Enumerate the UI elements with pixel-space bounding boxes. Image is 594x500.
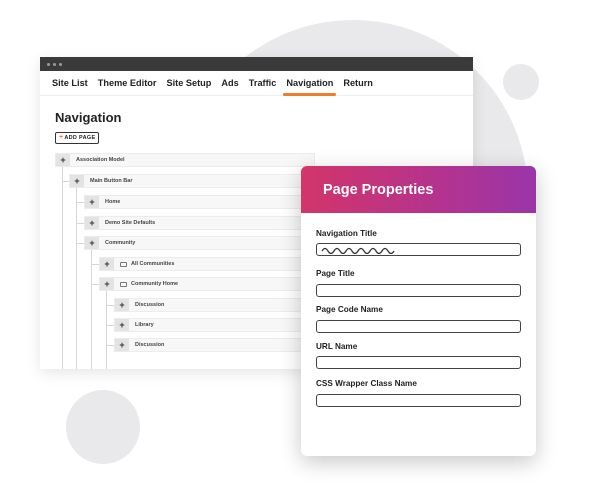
plus-icon: + — [59, 134, 64, 141]
expand-plus-icon[interactable]: + — [85, 237, 99, 249]
tree-guide-line — [91, 250, 92, 369]
tree-row-text: Association Model — [76, 157, 125, 163]
tree-row-label: Home — [105, 199, 120, 205]
tree-row-text: Library — [135, 322, 154, 328]
tree-row-label: All Communities — [120, 261, 174, 267]
tree-row[interactable]: + Discussion — [114, 298, 315, 312]
tree-connector — [106, 345, 114, 346]
css-wrapper-class-name-label: CSS Wrapper Class Name — [316, 379, 417, 388]
panel-header: Page Properties — [301, 166, 536, 213]
panel-title: Page Properties — [323, 181, 434, 198]
add-page-button[interactable]: +ADD PAGE — [55, 132, 100, 144]
tree-row-label: Community Home — [120, 281, 178, 287]
url-name-input[interactable] — [316, 356, 521, 369]
nav-site-list[interactable]: Site List — [47, 71, 93, 96]
tree-row-label: Demo Site Defaults — [105, 220, 155, 226]
tree-row-text: Home — [105, 199, 121, 205]
url-name-label: URL Name — [316, 342, 358, 351]
tree-row-text: Community — [105, 240, 136, 246]
background-circle-medium — [66, 390, 140, 464]
tree-row[interactable]: + All Communities — [99, 257, 315, 271]
expand-plus-icon[interactable]: + — [100, 258, 114, 270]
tree-row-text: Discussion — [135, 342, 165, 348]
top-nav: Site List Theme Editor Site Setup Ads Tr… — [40, 71, 473, 96]
page-code-name-input[interactable] — [316, 320, 521, 333]
tree-row[interactable]: + Association Model — [55, 153, 315, 167]
tree-connector — [106, 305, 114, 306]
squiggle-text-icon — [321, 247, 395, 255]
tree-row-label: Community — [105, 240, 135, 246]
window-dot-icon — [53, 62, 56, 66]
expand-plus-icon[interactable]: + — [100, 278, 114, 290]
tree-connector — [91, 284, 99, 285]
tree-row[interactable]: + Demo Site Defaults — [84, 216, 315, 230]
page-title-input[interactable] — [316, 284, 521, 297]
tree-row-label: Discussion — [135, 302, 164, 308]
nav-ads[interactable]: Ads — [216, 71, 243, 96]
page-code-name-label: Page Code Name — [316, 305, 383, 314]
window-dot-icon — [59, 62, 62, 66]
expand-plus-icon[interactable]: + — [85, 196, 99, 208]
expand-plus-icon[interactable]: + — [115, 339, 129, 351]
nav-site-setup[interactable]: Site Setup — [161, 71, 216, 96]
add-page-label: ADD PAGE — [64, 135, 96, 141]
page-icon — [120, 261, 127, 267]
tree-row-label: Main Button Bar — [90, 178, 132, 184]
tree-guide-line — [62, 167, 63, 369]
expand-plus-icon[interactable]: + — [70, 175, 84, 187]
tree-row-text: Main Button Bar — [90, 178, 133, 184]
css-wrapper-class-name-input[interactable] — [316, 394, 521, 407]
nav-theme-editor[interactable]: Theme Editor — [93, 71, 162, 96]
nav-return[interactable]: Return — [338, 71, 378, 96]
page-title-label: Page Title — [316, 269, 355, 278]
tree-row-label: Discussion — [135, 342, 164, 348]
tree-connector — [62, 181, 69, 182]
tree-row[interactable]: + Home — [84, 195, 315, 209]
tree-row[interactable]: + Community — [84, 236, 315, 250]
page-icon — [120, 281, 127, 287]
window-titlebar — [40, 57, 473, 71]
tree-row-text: Community Home — [131, 281, 179, 287]
expand-plus-icon[interactable]: + — [115, 299, 129, 311]
tree-row-text: Discussion — [135, 302, 165, 308]
nav-traffic[interactable]: Traffic — [244, 71, 282, 96]
tree-connector — [76, 202, 84, 203]
tree-guide-line — [106, 291, 107, 369]
tree-row-label: Association Model — [76, 157, 125, 163]
tree-row[interactable]: + Main Button Bar — [69, 174, 315, 188]
nav-navigation[interactable]: Navigation — [281, 71, 338, 96]
navigation-title-label: Navigation Title — [316, 229, 377, 238]
tree-row-text: All Communities — [131, 261, 175, 267]
tree-connector — [76, 223, 84, 224]
tree-guide-line — [76, 188, 77, 369]
expand-plus-icon[interactable]: + — [85, 217, 99, 229]
page-properties-panel: Page Properties Navigation Title Page Ti… — [301, 166, 536, 456]
expand-plus-icon[interactable]: + — [56, 154, 70, 166]
page-title: Navigation — [55, 110, 122, 125]
tree-connector — [76, 243, 84, 244]
tree-row[interactable]: + Library — [114, 318, 315, 332]
tree-connector — [106, 325, 114, 326]
background-circle-small — [503, 64, 539, 100]
expand-plus-icon[interactable]: + — [115, 319, 129, 331]
tree-row-label: Library — [135, 322, 154, 328]
tree-row-text: Demo Site Defaults — [105, 220, 156, 226]
tree-row[interactable]: + Discussion — [114, 338, 315, 352]
tree-connector — [91, 264, 99, 265]
window-dot-icon — [47, 62, 50, 66]
tree-row[interactable]: + Community Home — [99, 277, 315, 291]
navigation-title-input[interactable] — [316, 243, 521, 256]
